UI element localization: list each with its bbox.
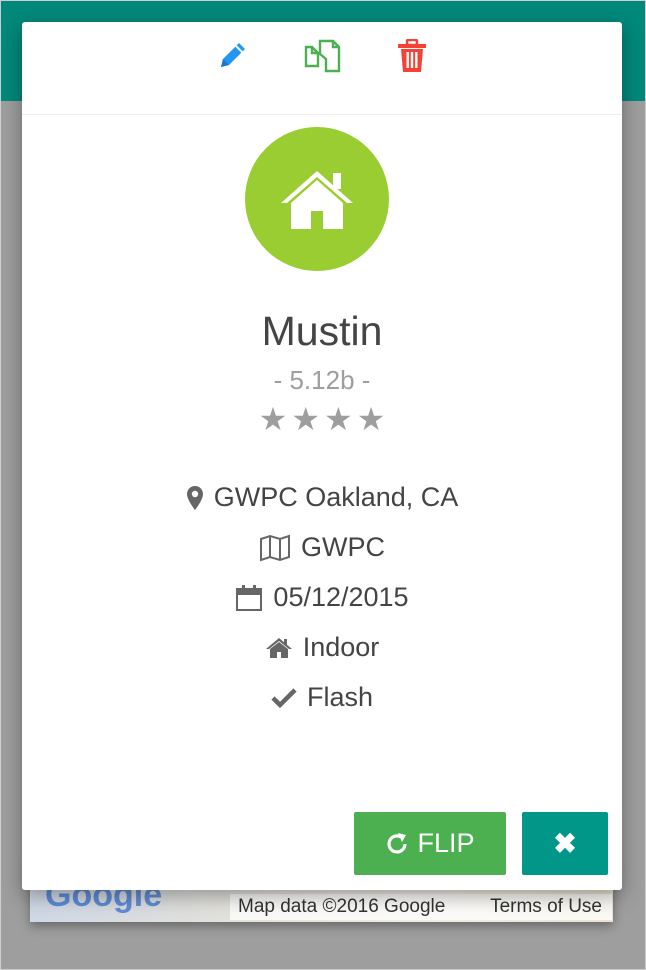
- map-icon: [260, 534, 290, 561]
- route-avatar: [245, 127, 389, 271]
- star-icon: ★: [356, 401, 386, 437]
- map-marker-icon: [186, 485, 203, 510]
- modal-toolbar: [22, 22, 622, 115]
- refresh-icon: [387, 832, 408, 853]
- map-attribution-bar: Map data ©2016 Google Terms of Use: [230, 894, 612, 920]
- copy-icon: [304, 39, 341, 73]
- trash-icon: [398, 39, 426, 72]
- home-icon: [281, 171, 353, 229]
- pencil-icon: [221, 43, 245, 67]
- star-icon: ★: [258, 401, 288, 437]
- route-grade: - 5.12b -: [273, 365, 371, 395]
- detail-area: GWPC: [22, 532, 622, 563]
- detail-location: GWPC Oakland, CA: [22, 482, 622, 513]
- route-detail-modal: Mustin - 5.12b - ★ ★ ★ ★ GWPC Oakland, CA G…: [22, 22, 622, 890]
- location-text: GWPC Oakland, CA: [213, 482, 459, 512]
- copy-button[interactable]: [302, 36, 342, 76]
- flip-button[interactable]: FLIP: [354, 812, 506, 875]
- close-icon: ✖: [553, 828, 577, 859]
- route-name: Mustin: [261, 308, 383, 354]
- date-text: 05/12/2015: [273, 582, 409, 612]
- detail-date: 05/12/2015: [22, 582, 622, 613]
- map-data-attribution: Map data ©2016 Google: [238, 896, 446, 917]
- star-rating: ★ ★ ★ ★: [22, 402, 622, 436]
- edit-button[interactable]: [212, 36, 252, 76]
- flip-label: FLIP: [417, 828, 475, 858]
- terms-of-use-link[interactable]: Terms of Use: [490, 896, 602, 918]
- detail-style: Flash: [22, 682, 622, 713]
- area-text: GWPC: [301, 532, 385, 562]
- star-icon: ★: [291, 401, 320, 437]
- style-text: Flash: [306, 682, 374, 712]
- star-icon: ★: [324, 401, 353, 437]
- delete-button[interactable]: [392, 36, 432, 76]
- close-button[interactable]: ✖: [522, 812, 608, 875]
- home-small-icon: [265, 637, 292, 658]
- check-icon: [271, 687, 297, 708]
- calendar-icon: [236, 584, 263, 611]
- type-text: Indoor: [302, 632, 380, 662]
- detail-type: Indoor: [22, 632, 622, 663]
